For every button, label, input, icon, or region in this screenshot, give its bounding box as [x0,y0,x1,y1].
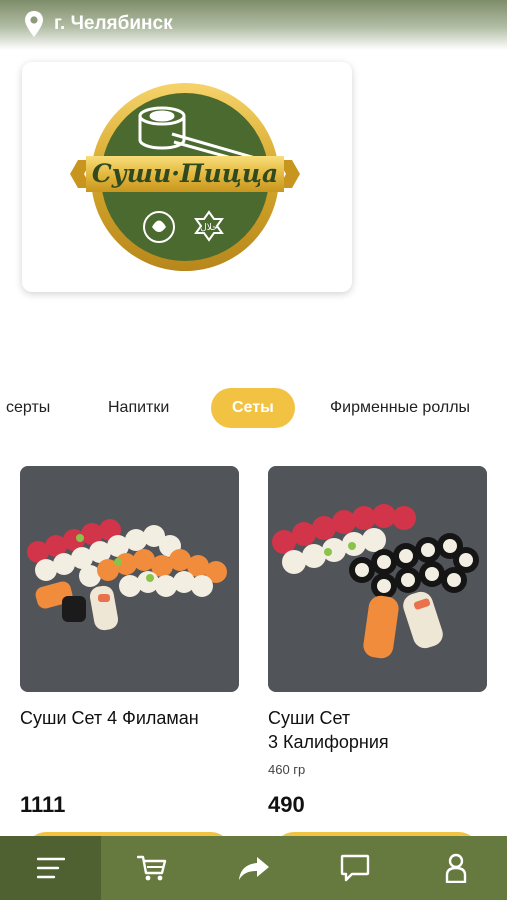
product-weight: 460 гр [268,762,306,777]
location-pin-icon [25,11,43,37]
share-icon [238,857,269,880]
product-card[interactable]: Суши Сет 4 Филаман 1111 [20,466,239,872]
product-price: 1111 [20,792,66,817]
city-selector[interactable]: г. Челябинск [24,10,173,38]
product-card[interactable]: Суши Сет 3 Калифорния 460 гр 490 [268,466,487,872]
tab-desserts[interactable]: серты [6,388,50,428]
restaurant-logo-card: Суши·Пицца حلال [22,62,352,292]
menu-icon [36,857,65,879]
city-label: г. Челябинск [54,13,173,34]
top-bar: г. Челябинск [0,0,507,50]
tab-sets[interactable]: Сеты [211,388,295,428]
bottom-navigation [0,836,507,900]
svg-text:حلال: حلال [200,223,217,233]
nav-chat[interactable] [304,836,405,900]
svg-text:Суши·Пицца: Суши·Пицца [92,159,278,188]
product-name: Суши Сет 4 Филаман [20,708,199,728]
category-tabs: серты Напитки Сеты Фирменные роллы [0,388,507,432]
cart-icon [137,855,167,881]
product-image[interactable] [20,466,239,692]
restaurant-logo: Суши·Пицца حلال [70,83,300,271]
tab-signature-rolls[interactable]: Фирменные роллы [330,388,470,428]
nav-profile[interactable] [406,836,507,900]
user-icon [446,853,467,883]
nav-share[interactable] [203,836,304,900]
nav-menu[interactable] [0,836,102,900]
nav-cart[interactable] [101,836,202,900]
product-price: 490 [268,792,305,817]
tab-drinks[interactable]: Напитки [108,388,169,428]
chat-icon [340,854,370,882]
product-name: Суши Сет 3 Калифорния [268,708,389,752]
product-image[interactable] [268,466,487,692]
